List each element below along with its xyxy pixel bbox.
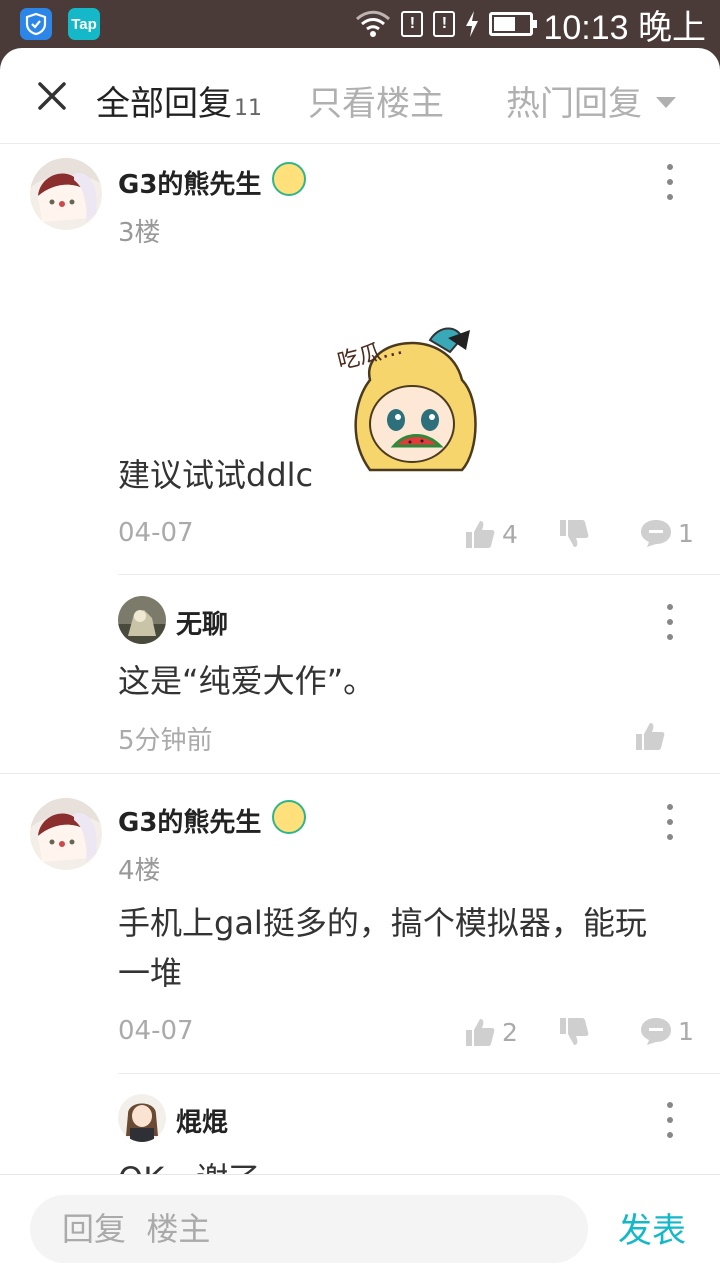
- replies-sheet: 全部回复11 只看楼主 热门回复 G3的熊先生 3楼 建议试试ddlc 吃瓜… …: [0, 48, 720, 1280]
- divider: [0, 773, 720, 774]
- like-button[interactable]: 2: [464, 1016, 518, 1048]
- divider: [118, 1073, 720, 1074]
- like-button[interactable]: 4: [464, 518, 518, 550]
- sim-alert-icon: !: [433, 11, 456, 37]
- close-icon: [38, 82, 66, 110]
- avatar[interactable]: [30, 798, 102, 870]
- avatar[interactable]: [118, 1094, 166, 1142]
- reply-time: 5分钟前: [118, 726, 213, 756]
- user-name[interactable]: G3的熊先生: [118, 802, 261, 839]
- comment-button[interactable]: 1: [640, 1016, 694, 1046]
- tab-hot-replies[interactable]: 热门回复: [506, 76, 676, 125]
- user-name[interactable]: G3的熊先生: [118, 164, 261, 201]
- avatar[interactable]: [30, 158, 102, 230]
- dislike-button[interactable]: [558, 1016, 590, 1048]
- comment-count: 1: [678, 1016, 694, 1046]
- battery-icon: [489, 12, 538, 36]
- tab-all-replies[interactable]: 全部回复11: [96, 76, 262, 125]
- send-button[interactable]: 发表: [618, 1203, 686, 1252]
- dislike-button[interactable]: [558, 518, 590, 550]
- like-button[interactable]: [634, 720, 666, 752]
- replies-header: 全部回复11 只看楼主 热门回复: [0, 48, 720, 144]
- wifi-icon: [356, 10, 391, 37]
- avatar[interactable]: [118, 596, 166, 644]
- close-button[interactable]: [30, 74, 74, 118]
- sim-alert-icon: !: [401, 11, 424, 37]
- battery-level: [494, 17, 516, 31]
- reply-text-line2: 一堆: [118, 954, 183, 992]
- more-icon[interactable]: [660, 804, 680, 840]
- reply-date: 04-07: [118, 518, 194, 548]
- charging-icon: [466, 11, 479, 37]
- reply-input[interactable]: [30, 1195, 588, 1263]
- sticker-image: 吃瓜…: [330, 320, 492, 484]
- reply-date: 04-07: [118, 1016, 194, 1046]
- divider: [118, 574, 720, 575]
- taptap-app-icon: Tap: [68, 8, 100, 40]
- reply-text: 这是“纯爱大作”。: [118, 662, 376, 700]
- reply-bar: 发表: [0, 1174, 720, 1280]
- comment-icon: [641, 520, 671, 547]
- tab-owner-only[interactable]: 只看楼主: [308, 76, 444, 125]
- reply-text: OK，谢了: [118, 1154, 260, 1174]
- chevron-down-icon: [656, 97, 676, 108]
- like-count: 2: [502, 1017, 518, 1047]
- more-icon[interactable]: [660, 164, 680, 200]
- reply-count: 11: [234, 96, 262, 121]
- user-badge-icon: [272, 800, 306, 834]
- more-icon[interactable]: [660, 1102, 680, 1138]
- tab-hot-label: 热门回复: [506, 84, 642, 124]
- floor-number: 3楼: [118, 218, 161, 248]
- thumb-down-icon: [560, 1018, 589, 1045]
- user-name[interactable]: 无聊: [176, 604, 228, 641]
- user-name[interactable]: 焜焜: [176, 1102, 228, 1139]
- reply-text-line1: 手机上gal挺多的，搞个模拟器，能玩: [118, 904, 647, 942]
- status-bar: Tap ! ! 10:13 晚上: [0, 0, 720, 48]
- comment-icon: [641, 1018, 671, 1045]
- reply-list: G3的熊先生 3楼 建议试试ddlc 吃瓜… 04-07 4 1 无聊 这是“纯…: [0, 144, 720, 1174]
- like-count: 4: [502, 519, 518, 549]
- floor-number: 4楼: [118, 856, 161, 886]
- comment-button[interactable]: 1: [640, 518, 694, 548]
- reply-text: 建议试试ddlc: [118, 456, 314, 494]
- status-time: 10:13 晚上: [543, 8, 706, 47]
- shield-app-icon: [20, 8, 52, 40]
- more-icon[interactable]: [660, 604, 680, 640]
- thumb-up-icon: [636, 723, 665, 750]
- tab-all-label: 全部回复: [96, 84, 232, 124]
- comment-count: 1: [678, 518, 694, 548]
- thumb-up-icon: [466, 1019, 495, 1046]
- thumb-up-icon: [466, 521, 495, 548]
- thumb-down-icon: [560, 520, 589, 547]
- user-badge-icon: [272, 162, 306, 196]
